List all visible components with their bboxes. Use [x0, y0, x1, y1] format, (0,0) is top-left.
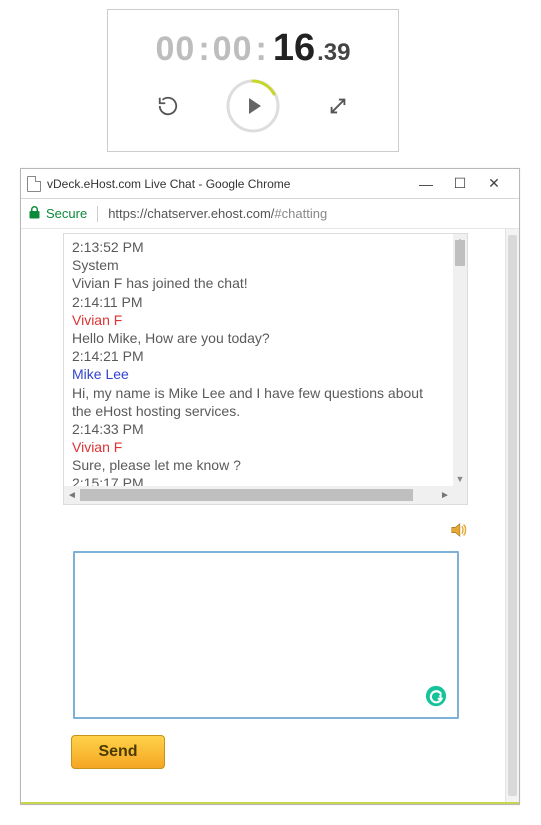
stopwatch-seconds: 16 [273, 29, 315, 67]
scroll-right-icon[interactable]: ► [437, 486, 453, 504]
dot: . [317, 41, 324, 65]
reset-button[interactable] [154, 92, 182, 120]
message-time: 2:14:21 PM [72, 347, 445, 365]
scroll-thumb[interactable] [455, 240, 465, 266]
reset-icon [157, 95, 179, 117]
page-content: 2:13:52 PMSystemVivian F has joined the … [21, 229, 519, 804]
horizontal-scrollbar[interactable]: ◄ ► [64, 486, 453, 504]
window-title: vDeck.eHost.com Live Chat - Google Chrom… [47, 177, 409, 191]
page-vertical-scrollbar[interactable] [505, 229, 519, 802]
stopwatch-minutes: 00 [213, 32, 253, 66]
window-titlebar: vDeck.eHost.com Live Chat - Google Chrom… [21, 169, 519, 199]
stopwatch-controls [154, 79, 352, 133]
colon: : [198, 32, 209, 66]
scroll-left-icon[interactable]: ◄ [64, 486, 80, 504]
message-time: 2:14:33 PM [72, 420, 445, 438]
message-text: Hello Mike, How are you today? [72, 329, 445, 347]
scroll-thumb[interactable] [508, 235, 517, 796]
address-bar: Secure https://chatserver.ehost.com/#cha… [21, 199, 519, 229]
send-button-label: Send [98, 743, 137, 761]
minimize-button[interactable]: — [409, 176, 443, 192]
play-ring-icon [226, 79, 280, 133]
stopwatch-time: 00 : 00 : 16 . 39 [156, 29, 351, 67]
message-time: 2:14:11 PM [72, 293, 445, 311]
scroll-thumb[interactable] [80, 489, 413, 501]
stopwatch-centiseconds: 39 [324, 41, 351, 65]
expand-icon [327, 95, 349, 117]
message-sender: Vivian F [72, 311, 445, 329]
sound-icon[interactable] [450, 521, 468, 539]
message-sender: System [72, 256, 445, 274]
secure-label: Secure [46, 206, 87, 221]
message-input[interactable] [73, 551, 459, 719]
message-text: Vivian F has joined the chat! [72, 274, 445, 292]
stopwatch-hours: 00 [156, 32, 196, 66]
url-host: chatserver.ehost.com [147, 206, 271, 221]
browser-window: vDeck.eHost.com Live Chat - Google Chrom… [20, 168, 520, 805]
message-text: Hi, my name is Mike Lee and I have few q… [72, 384, 445, 420]
stopwatch-widget: 00 : 00 : 16 . 39 [107, 9, 399, 152]
close-button[interactable]: ✕ [477, 175, 511, 192]
message-sender: Mike Lee [72, 365, 445, 383]
message-time: 2:13:52 PM [72, 238, 445, 256]
send-button[interactable]: Send [71, 735, 165, 769]
url-scheme: https:// [108, 206, 147, 221]
separator [97, 206, 98, 222]
vertical-scrollbar[interactable]: ▲ ▼ [453, 234, 467, 486]
expand-button[interactable] [324, 92, 352, 120]
maximize-button[interactable]: ☐ [443, 175, 477, 192]
message-sender: Vivian F [72, 438, 445, 456]
url-display[interactable]: https://chatserver.ehost.com/#chatting [108, 206, 327, 221]
chat-body: 2:13:52 PMSystemVivian F has joined the … [64, 234, 453, 486]
colon: : [256, 32, 267, 66]
lock-icon [29, 206, 40, 222]
message-time: 2:15:17 PM [72, 474, 445, 486]
scroll-down-icon[interactable]: ▼ [453, 472, 467, 486]
chat-transcript: 2:13:52 PMSystemVivian F has joined the … [63, 233, 468, 505]
message-text: Sure, please let me know ? [72, 456, 445, 474]
play-button[interactable] [226, 79, 280, 133]
scroll-corner [453, 486, 467, 504]
grammarly-icon[interactable] [425, 685, 447, 707]
page-icon [27, 176, 41, 192]
url-fragment: #chatting [274, 206, 327, 221]
